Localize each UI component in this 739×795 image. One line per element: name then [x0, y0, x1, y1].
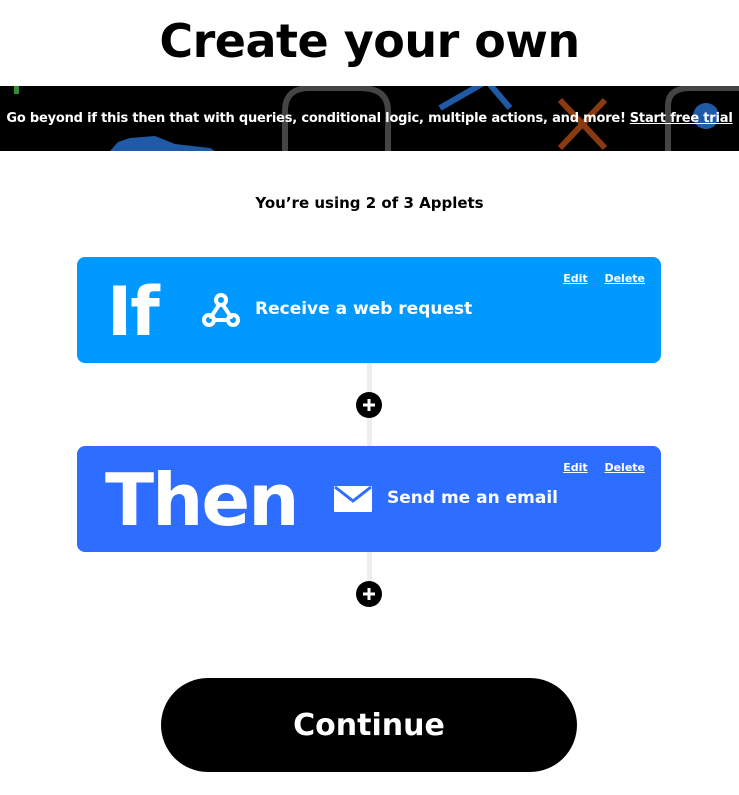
- start-free-trial-link[interactable]: Start free trial: [630, 111, 733, 126]
- if-keyword: If: [107, 273, 160, 352]
- promo-banner: Go beyond if this then that with queries…: [0, 86, 739, 151]
- trigger-card[interactable]: If Receive a web request Edit Delete: [77, 257, 661, 363]
- continue-button[interactable]: Continue: [161, 678, 577, 772]
- applet-usage-text: You’re using 2 of 3 Applets: [255, 194, 484, 212]
- trigger-actions: Edit Delete: [550, 272, 645, 285]
- promo-text: Go beyond if this then that with queries…: [6, 111, 626, 126]
- email-icon: [334, 485, 372, 516]
- plus-icon: [363, 399, 375, 411]
- add-step-button[interactable]: [356, 392, 382, 418]
- trigger-service-label: Receive a web request: [255, 299, 473, 319]
- trigger-delete-link[interactable]: Delete: [604, 272, 645, 285]
- promo-message: Go beyond if this then that with queries…: [0, 86, 739, 151]
- action-edit-link[interactable]: Edit: [563, 461, 587, 474]
- action-service-label: Send me an email: [387, 488, 558, 508]
- action-card[interactable]: Then Send me an email Edit Delete: [77, 446, 661, 552]
- then-keyword: Then: [105, 458, 299, 542]
- page-title: Create your own: [159, 14, 580, 68]
- trigger-edit-link[interactable]: Edit: [563, 272, 587, 285]
- webhook-icon: [202, 292, 240, 332]
- action-delete-link[interactable]: Delete: [604, 461, 645, 474]
- action-actions: Edit Delete: [550, 461, 645, 474]
- plus-icon: [363, 588, 375, 600]
- add-step-button[interactable]: [356, 581, 382, 607]
- connector-line: [367, 552, 372, 581]
